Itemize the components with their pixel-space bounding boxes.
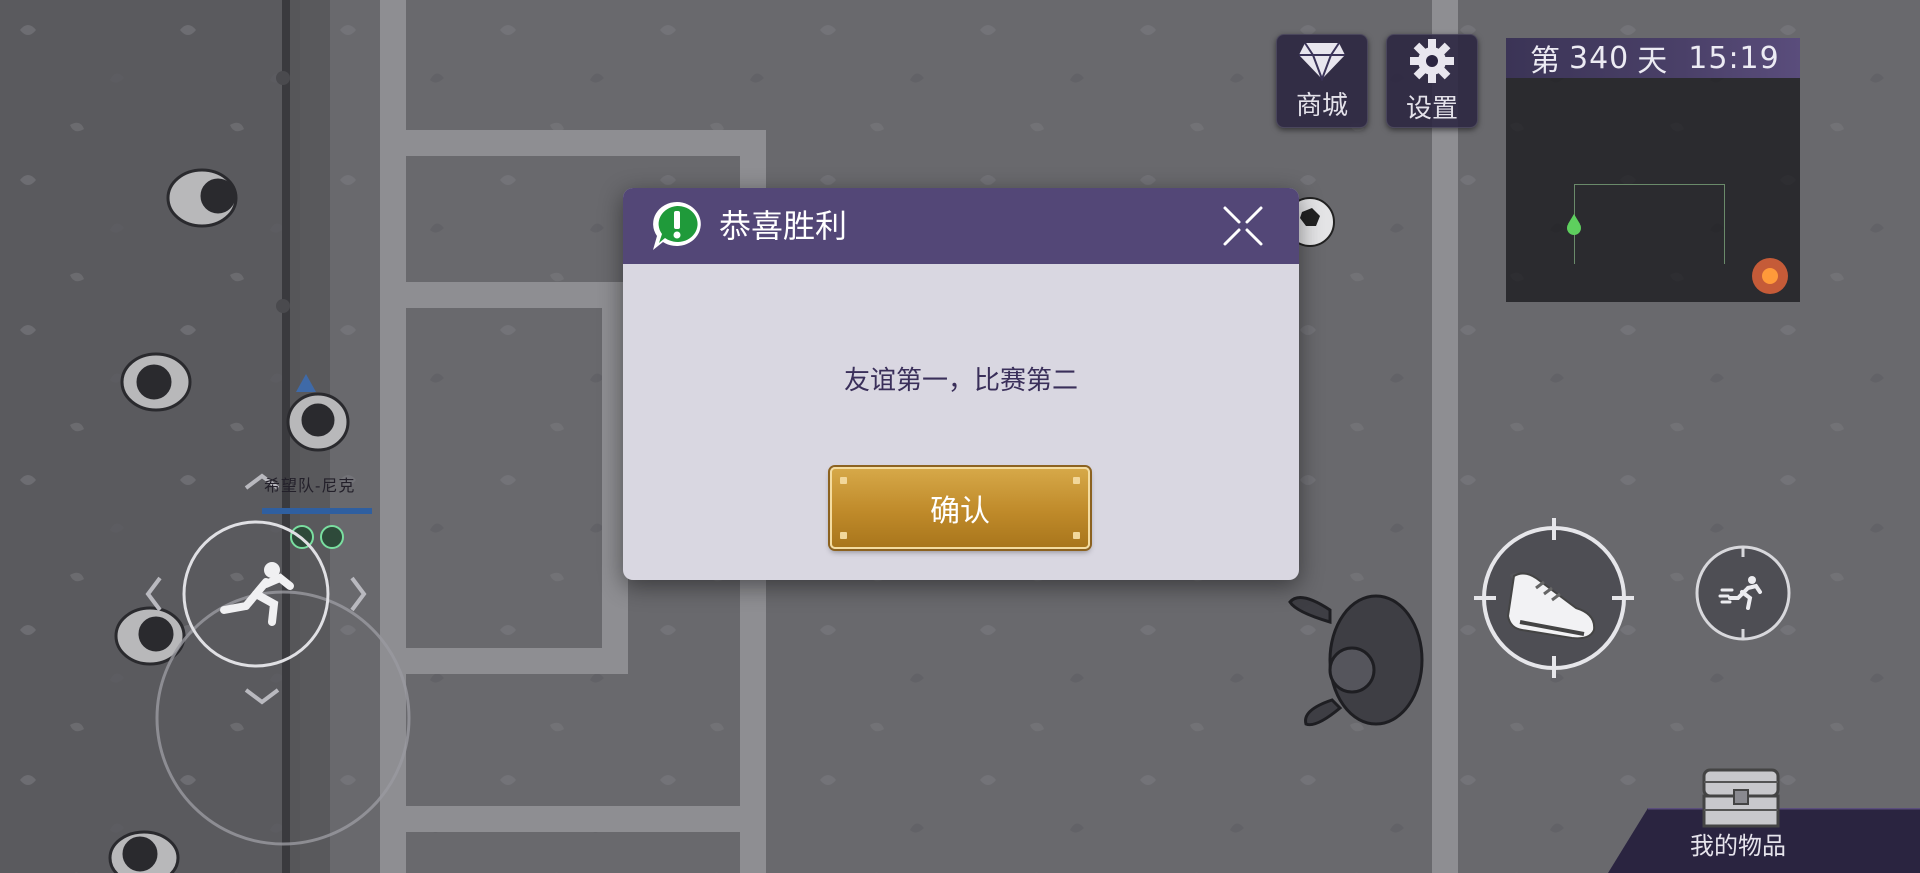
- victory-dialog: 恭喜胜利 友谊第一，比赛第二 确认: [623, 188, 1299, 580]
- day-suffix: 天: [1637, 44, 1669, 79]
- settings-label: 设置: [1405, 93, 1458, 124]
- button-rivet: [1073, 477, 1080, 484]
- button-rivet: [840, 532, 847, 539]
- kick-button[interactable]: [1474, 518, 1634, 678]
- settings-button[interactable]: 设置: [1386, 34, 1478, 128]
- button-rivet: [840, 477, 847, 484]
- inventory-label[interactable]: 我的物品: [1690, 826, 1786, 861]
- day-prefix: 第: [1530, 44, 1561, 79]
- minimap[interactable]: [1506, 78, 1800, 302]
- shop-label: 商城: [1295, 90, 1348, 121]
- clock: 15:19: [1688, 40, 1780, 76]
- gear-icon: [1410, 38, 1454, 83]
- diamond-icon: [1299, 41, 1345, 81]
- exclamation-bubble-icon: [653, 202, 701, 250]
- day-number: 340: [1569, 40, 1630, 76]
- confirm-button[interactable]: 确认: [830, 467, 1090, 549]
- sprint-button[interactable]: [1692, 542, 1794, 644]
- dialog-message: 友谊第一，比赛第二: [843, 366, 1078, 396]
- dialog-header: 恭喜胜利: [623, 188, 1299, 264]
- minimap-view: [1567, 184, 1788, 294]
- day-time-display: 第 340 天 15:19: [1506, 38, 1800, 79]
- button-rivet: [1073, 532, 1080, 539]
- confirm-label: 确认: [930, 494, 990, 529]
- shop-button[interactable]: 商城: [1276, 34, 1368, 128]
- dialog-title: 恭喜胜利: [719, 207, 848, 245]
- close-icon[interactable]: [1221, 204, 1265, 248]
- chest-icon: [1702, 768, 1780, 828]
- player-name-label: 希望队-尼克: [264, 476, 356, 495]
